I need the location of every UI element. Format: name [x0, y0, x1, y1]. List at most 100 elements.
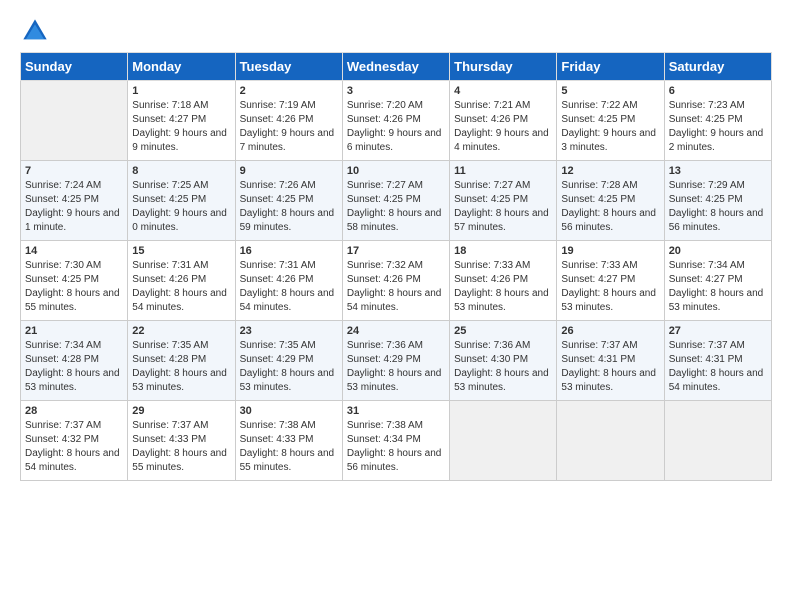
logo-icon [20, 16, 50, 46]
day-number: 18 [454, 245, 552, 257]
calendar-header-row: SundayMondayTuesdayWednesdayThursdayFrid… [21, 53, 772, 81]
cell-info: Sunrise: 7:34 AMSunset: 4:28 PMDaylight:… [25, 340, 120, 393]
day-number: 1 [132, 85, 230, 97]
day-number: 14 [25, 245, 123, 257]
calendar-cell: 3 Sunrise: 7:20 AMSunset: 4:26 PMDaylight… [342, 81, 449, 161]
cell-info: Sunrise: 7:34 AMSunset: 4:27 PMDaylight:… [669, 260, 764, 313]
cell-info: Sunrise: 7:29 AMSunset: 4:25 PMDaylight:… [669, 180, 764, 233]
cell-info: Sunrise: 7:31 AMSunset: 4:26 PMDaylight:… [240, 260, 335, 313]
calendar-cell: 15Sunrise: 7:31 AMSunset: 4:26 PMDayligh… [128, 241, 235, 321]
calendar-cell: 26 Sunrise: 7:37 AMSunset: 4:31 PMDayligh… [557, 321, 664, 401]
calendar-cell: 28 Sunrise: 7:37 AMSunset: 4:32 PMDayligh… [21, 401, 128, 481]
day-header-saturday: Saturday [664, 53, 771, 81]
day-number: 8 [132, 165, 230, 177]
day-number: 12 [561, 165, 659, 177]
day-number: 26 [561, 325, 659, 337]
day-number: 25 [454, 325, 552, 337]
cell-info: Sunrise: 7:27 AMSunset: 4:25 PMDaylight:… [454, 180, 549, 233]
day-header-friday: Friday [557, 53, 664, 81]
calendar-week-4: 21 Sunrise: 7:34 AMSunset: 4:28 PMDayligh… [21, 321, 772, 401]
day-number: 31 [347, 405, 445, 417]
cell-info: Sunrise: 7:22 AMSunset: 4:25 PMDaylight:… [561, 100, 656, 153]
calendar-week-2: 7 Sunrise: 7:24 AMSunset: 4:25 PMDaylight… [21, 161, 772, 241]
calendar-cell: 16 Sunrise: 7:31 AMSunset: 4:26 PMDayligh… [235, 241, 342, 321]
calendar-cell: 2 Sunrise: 7:19 AMSunset: 4:26 PMDaylight… [235, 81, 342, 161]
calendar-cell: 13 Sunrise: 7:29 AMSunset: 4:25 PMDayligh… [664, 161, 771, 241]
cell-info: Sunrise: 7:20 AMSunset: 4:26 PMDaylight:… [347, 100, 442, 153]
day-number: 17 [347, 245, 445, 257]
calendar-cell: 5 Sunrise: 7:22 AMSunset: 4:25 PMDaylight… [557, 81, 664, 161]
day-number: 23 [240, 325, 338, 337]
cell-info: Sunrise: 7:30 AMSunset: 4:25 PMDaylight:… [25, 260, 120, 313]
calendar-cell: 14 Sunrise: 7:30 AMSunset: 4:25 PMDayligh… [21, 241, 128, 321]
day-number: 13 [669, 165, 767, 177]
day-number: 21 [25, 325, 123, 337]
calendar-cell: 1 Sunrise: 7:18 AMSunset: 4:27 PMDaylight… [128, 81, 235, 161]
day-number: 11 [454, 165, 552, 177]
day-header-sunday: Sunday [21, 53, 128, 81]
cell-info: Sunrise: 7:19 AMSunset: 4:26 PMDaylight:… [240, 100, 335, 153]
day-number: 4 [454, 85, 552, 97]
calendar-cell: 25Sunrise: 7:36 AMSunset: 4:30 PMDayligh… [450, 321, 557, 401]
day-number: 29 [132, 405, 230, 417]
calendar-cell: 4 Sunrise: 7:21 AMSunset: 4:26 PMDaylight… [450, 81, 557, 161]
cell-info: Sunrise: 7:37 AMSunset: 4:32 PMDaylight:… [25, 420, 120, 473]
cell-info: Sunrise: 7:35 AMSunset: 4:29 PMDaylight:… [240, 340, 335, 393]
day-number: 16 [240, 245, 338, 257]
day-header-monday: Monday [128, 53, 235, 81]
cell-info: Sunrise: 7:33 AMSunset: 4:26 PMDaylight:… [454, 260, 549, 313]
day-number: 5 [561, 85, 659, 97]
page-container: SundayMondayTuesdayWednesdayThursdayFrid… [0, 0, 792, 491]
cell-info: Sunrise: 7:32 AMSunset: 4:26 PMDaylight:… [347, 260, 442, 313]
cell-info: Sunrise: 7:26 AMSunset: 4:25 PMDaylight:… [240, 180, 335, 233]
calendar-cell: 30 Sunrise: 7:38 AMSunset: 4:33 PMDayligh… [235, 401, 342, 481]
calendar-cell: 23 Sunrise: 7:35 AMSunset: 4:29 PMDayligh… [235, 321, 342, 401]
calendar-cell [450, 401, 557, 481]
cell-info: Sunrise: 7:38 AMSunset: 4:33 PMDaylight:… [240, 420, 335, 473]
cell-info: Sunrise: 7:23 AMSunset: 4:25 PMDaylight:… [669, 100, 764, 153]
cell-info: Sunrise: 7:38 AMSunset: 4:34 PMDaylight:… [347, 420, 442, 473]
calendar-cell: 7 Sunrise: 7:24 AMSunset: 4:25 PMDaylight… [21, 161, 128, 241]
day-number: 28 [25, 405, 123, 417]
cell-info: Sunrise: 7:18 AMSunset: 4:27 PMDaylight:… [132, 100, 227, 153]
calendar-cell: 27 Sunrise: 7:37 AMSunset: 4:31 PMDayligh… [664, 321, 771, 401]
calendar-cell: 9Sunrise: 7:26 AMSunset: 4:25 PMDaylight… [235, 161, 342, 241]
day-number: 24 [347, 325, 445, 337]
header-row [20, 16, 772, 46]
cell-info: Sunrise: 7:28 AMSunset: 4:25 PMDaylight:… [561, 180, 656, 233]
calendar-cell: 19Sunrise: 7:33 AMSunset: 4:27 PMDayligh… [557, 241, 664, 321]
calendar-cell: 11 Sunrise: 7:27 AMSunset: 4:25 PMDayligh… [450, 161, 557, 241]
day-header-tuesday: Tuesday [235, 53, 342, 81]
cell-info: Sunrise: 7:37 AMSunset: 4:33 PMDaylight:… [132, 420, 227, 473]
cell-info: Sunrise: 7:24 AMSunset: 4:25 PMDaylight:… [25, 180, 120, 233]
calendar-cell: 17 Sunrise: 7:32 AMSunset: 4:26 PMDayligh… [342, 241, 449, 321]
calendar-cell: 12 Sunrise: 7:28 AMSunset: 4:25 PMDayligh… [557, 161, 664, 241]
cell-info: Sunrise: 7:36 AMSunset: 4:29 PMDaylight:… [347, 340, 442, 393]
logo [20, 16, 54, 46]
calendar-cell: 24 Sunrise: 7:36 AMSunset: 4:29 PMDayligh… [342, 321, 449, 401]
day-number: 3 [347, 85, 445, 97]
cell-info: Sunrise: 7:37 AMSunset: 4:31 PMDaylight:… [669, 340, 764, 393]
cell-info: Sunrise: 7:21 AMSunset: 4:26 PMDaylight:… [454, 100, 549, 153]
day-number: 10 [347, 165, 445, 177]
day-header-wednesday: Wednesday [342, 53, 449, 81]
day-number: 30 [240, 405, 338, 417]
cell-info: Sunrise: 7:35 AMSunset: 4:28 PMDaylight:… [132, 340, 227, 393]
calendar-cell: 22 Sunrise: 7:35 AMSunset: 4:28 PMDayligh… [128, 321, 235, 401]
calendar-week-1: 1 Sunrise: 7:18 AMSunset: 4:27 PMDaylight… [21, 81, 772, 161]
calendar-week-3: 14 Sunrise: 7:30 AMSunset: 4:25 PMDayligh… [21, 241, 772, 321]
calendar-cell [21, 81, 128, 161]
day-number: 22 [132, 325, 230, 337]
calendar-cell: 18 Sunrise: 7:33 AMSunset: 4:26 PMDayligh… [450, 241, 557, 321]
day-number: 27 [669, 325, 767, 337]
day-number: 7 [25, 165, 123, 177]
cell-info: Sunrise: 7:37 AMSunset: 4:31 PMDaylight:… [561, 340, 656, 393]
day-number: 20 [669, 245, 767, 257]
day-number: 2 [240, 85, 338, 97]
calendar-cell: 29 Sunrise: 7:37 AMSunset: 4:33 PMDayligh… [128, 401, 235, 481]
calendar-cell: 20 Sunrise: 7:34 AMSunset: 4:27 PMDayligh… [664, 241, 771, 321]
calendar-table: SundayMondayTuesdayWednesdayThursdayFrid… [20, 52, 772, 481]
calendar-week-5: 28 Sunrise: 7:37 AMSunset: 4:32 PMDayligh… [21, 401, 772, 481]
calendar-cell [664, 401, 771, 481]
calendar-cell: 6Sunrise: 7:23 AMSunset: 4:25 PMDaylight… [664, 81, 771, 161]
